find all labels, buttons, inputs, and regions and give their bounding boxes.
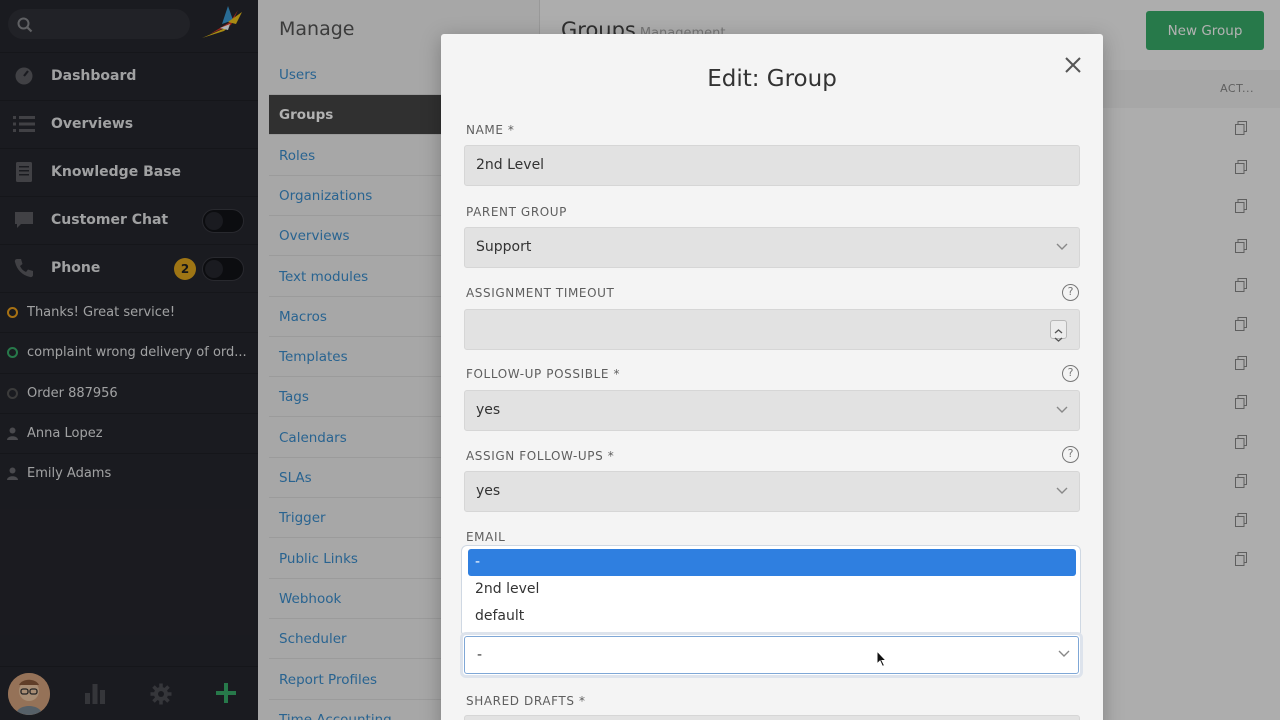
chevron-down-icon: [1058, 650, 1070, 657]
assign-follow-ups-label: ASSIGN FOLLOW-UPS *: [466, 449, 615, 463]
number-stepper[interactable]: [1050, 320, 1067, 342]
name-label: NAME *: [466, 123, 515, 137]
follow-up-possible-select[interactable]: yes: [464, 390, 1080, 431]
name-field[interactable]: 2nd Level: [464, 145, 1080, 186]
chevron-down-icon: [1056, 487, 1068, 494]
assignment-timeout-label: ASSIGNMENT TIMEOUT: [466, 286, 615, 300]
follow-up-possible-value: yes: [476, 402, 501, 418]
email-option[interactable]: -: [468, 549, 1076, 576]
assign-follow-ups-select[interactable]: yes: [464, 471, 1080, 512]
email-select-value: -: [464, 636, 1079, 674]
modal-title: Edit: Group: [707, 66, 837, 92]
help-icon[interactable]: ?: [1062, 365, 1079, 382]
close-icon[interactable]: [1063, 55, 1083, 75]
assignment-timeout-field[interactable]: [464, 309, 1080, 350]
shared-drafts-label: SHARED DRAFTS *: [466, 694, 586, 708]
email-options-list: - 2nd level default: [461, 545, 1081, 634]
follow-up-possible-label: FOLLOW-UP POSSIBLE *: [466, 367, 621, 381]
chevron-down-icon: [1056, 243, 1068, 250]
email-label: EMAIL: [466, 530, 506, 544]
assign-follow-ups-value: yes: [476, 483, 501, 499]
chevron-down-icon: [1056, 406, 1068, 413]
email-option[interactable]: 2nd level: [468, 576, 1076, 603]
mouse-cursor-icon: [876, 650, 888, 668]
help-icon[interactable]: ?: [1062, 284, 1079, 301]
email-option[interactable]: default: [468, 603, 1076, 630]
parent-group-select[interactable]: Support: [464, 227, 1080, 268]
parent-group-value: Support: [476, 239, 532, 255]
parent-group-label: PARENT GROUP: [466, 205, 568, 219]
help-icon[interactable]: ?: [1062, 446, 1079, 463]
shared-drafts-select[interactable]: [464, 715, 1080, 720]
email-select[interactable]: -: [460, 632, 1083, 678]
